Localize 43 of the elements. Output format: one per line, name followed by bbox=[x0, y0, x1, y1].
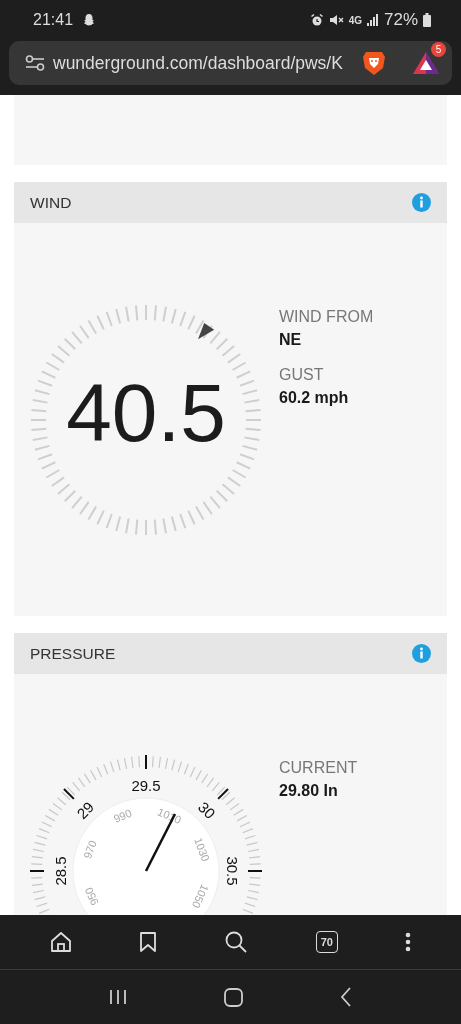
detail-label: WIND FROM bbox=[279, 308, 374, 326]
notification-badge: 5 bbox=[431, 42, 446, 57]
bookmark-icon[interactable] bbox=[139, 931, 158, 953]
home-icon[interactable] bbox=[49, 931, 72, 953]
detail-value: 29.80 In bbox=[279, 782, 339, 800]
detail-label: GUST bbox=[279, 366, 325, 384]
scale-label: 1050 bbox=[189, 882, 211, 910]
wind-speed: 40.5 bbox=[65, 372, 227, 454]
mute-icon bbox=[328, 13, 344, 27]
info-icon[interactable] bbox=[412, 193, 431, 212]
recents-icon[interactable] bbox=[108, 989, 127, 1005]
lion-shield-icon[interactable] bbox=[362, 50, 386, 76]
detail-label: CURRENT bbox=[279, 759, 358, 777]
battery-icon bbox=[423, 13, 431, 27]
home-nav-icon[interactable] bbox=[224, 987, 243, 1007]
scale-label: 28.5 bbox=[51, 856, 69, 886]
detail-value: 60.2 mph bbox=[279, 389, 350, 407]
status-time: 21:41 bbox=[33, 11, 74, 29]
more-icon[interactable] bbox=[405, 932, 412, 952]
signal-icon bbox=[366, 14, 379, 26]
url-text[interactable]: wunderground.com/dashboard/pws/K bbox=[53, 52, 354, 74]
card-title: WIND bbox=[30, 193, 72, 212]
info-icon[interactable] bbox=[412, 644, 431, 663]
network-type: 4G bbox=[348, 14, 362, 26]
scale-label: 970 bbox=[81, 838, 99, 861]
tune-icon[interactable] bbox=[25, 54, 45, 72]
scale-label: 950 bbox=[82, 885, 101, 908]
scale-label: 30 bbox=[194, 798, 219, 823]
scale-label: 990 bbox=[111, 806, 134, 825]
scale-label: 30.5 bbox=[223, 856, 241, 886]
search-icon[interactable] bbox=[224, 930, 249, 954]
scale-label: 29.5 bbox=[131, 776, 161, 794]
tab-count-button[interactable]: 70 bbox=[315, 931, 338, 953]
back-icon[interactable] bbox=[340, 987, 353, 1007]
address-bar[interactable]: wunderground.com/dashboard/pws/K 5 bbox=[9, 41, 452, 85]
triangle-icon[interactable] bbox=[412, 51, 440, 75]
ghost-icon bbox=[82, 13, 97, 27]
battery-percent: 72% bbox=[383, 10, 418, 30]
alarm-icon bbox=[309, 13, 324, 27]
detail-value: NE bbox=[279, 331, 303, 349]
scale-label: 29 bbox=[73, 798, 98, 823]
card-title: PRESSURE bbox=[30, 644, 116, 663]
scale-label: 1030 bbox=[192, 835, 212, 864]
